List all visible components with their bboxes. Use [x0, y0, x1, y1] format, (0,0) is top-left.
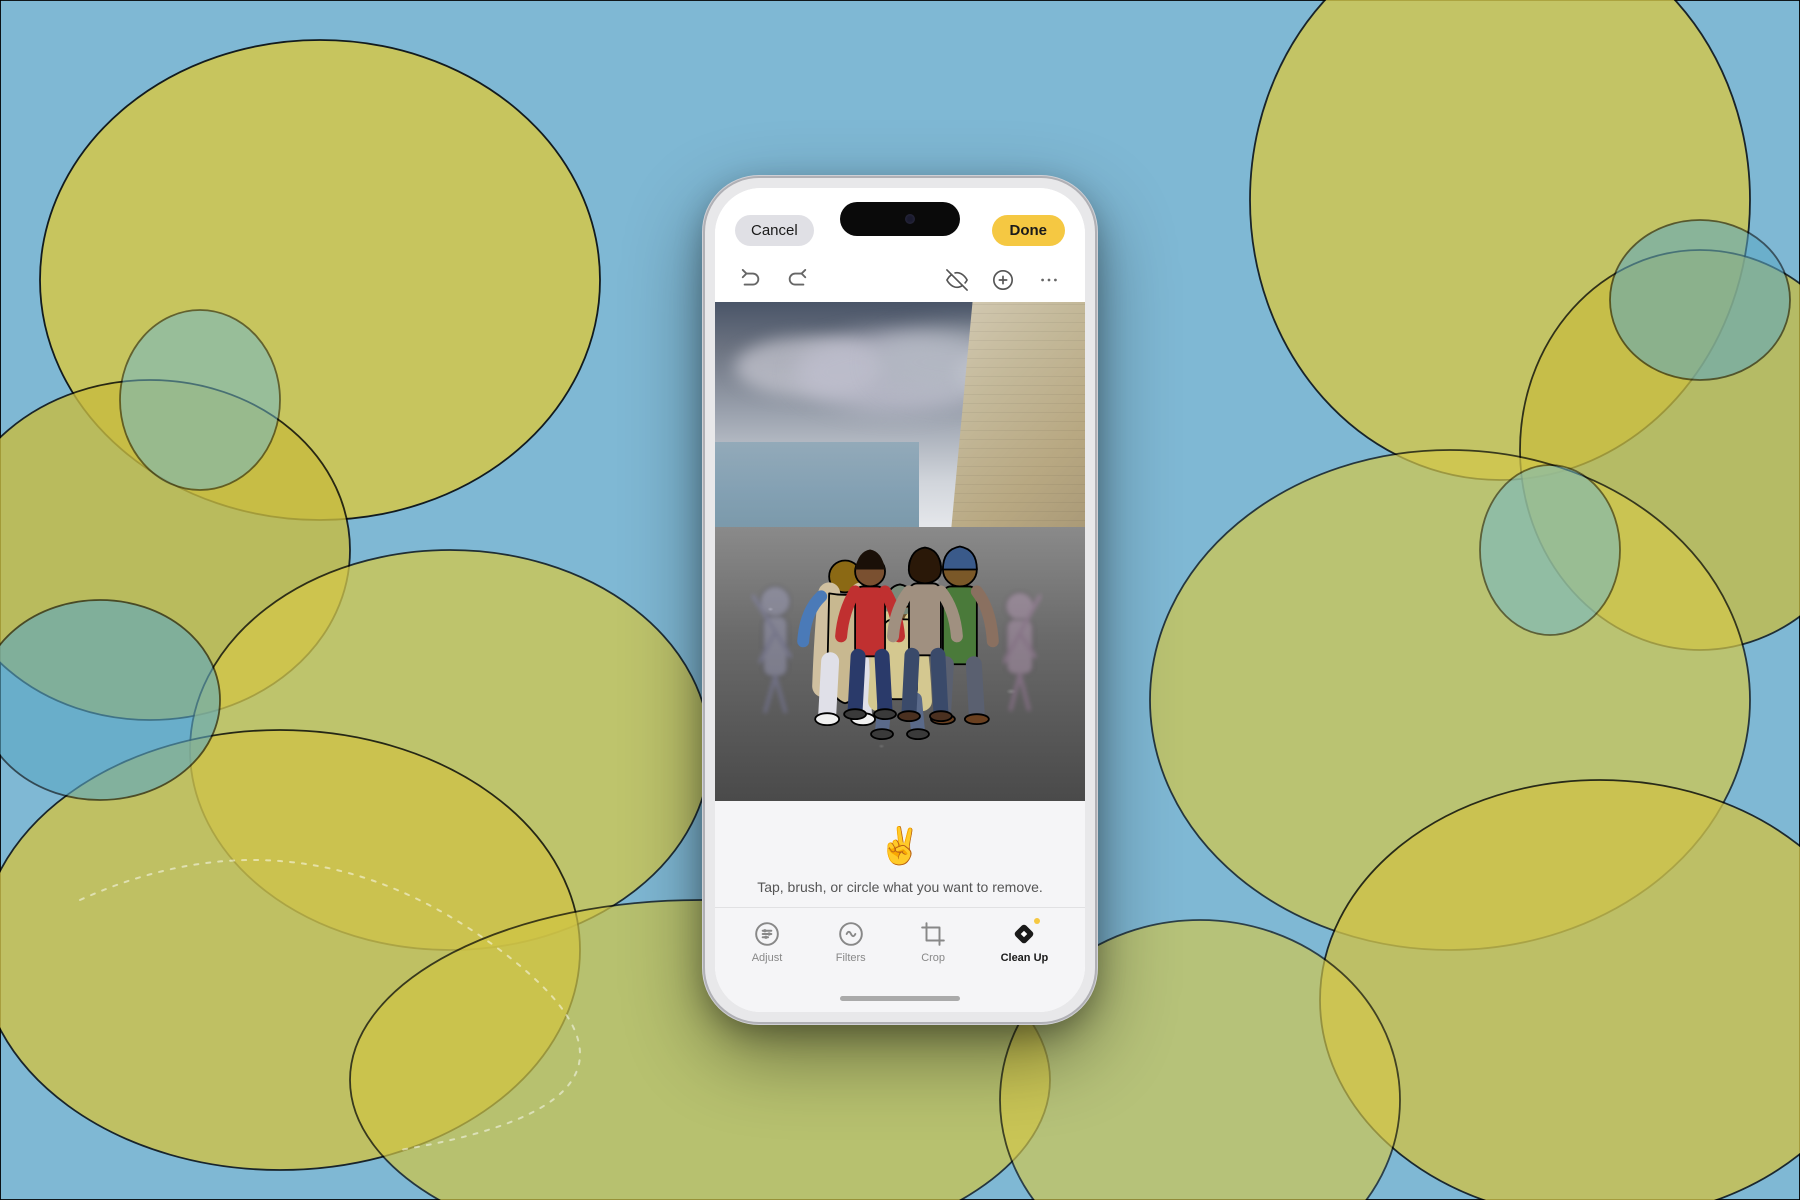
gesture-hint-area: ✌️ Tap, brush, or circle what you want t… [737, 801, 1063, 907]
dynamic-island [840, 202, 960, 236]
hide-overlay-button[interactable] [943, 266, 971, 294]
people-svg [715, 302, 1085, 801]
gesture-hint-text: Tap, brush, or circle what you want to r… [757, 879, 1043, 895]
photo-area[interactable] [715, 302, 1085, 801]
phone-mockup: Cancel Done [705, 178, 1095, 1022]
bottom-panel: ✌️ Tap, brush, or circle what you want t… [715, 801, 1085, 1012]
cleanup-tool[interactable]: Clean Up [993, 916, 1057, 968]
cleanup-label: Clean Up [1001, 952, 1049, 964]
crop-label: Crop [921, 952, 945, 964]
filters-icon [837, 920, 865, 948]
photo-scene [715, 302, 1085, 801]
phone-frame: Cancel Done [705, 178, 1095, 1022]
camera-indicator [905, 214, 915, 224]
edit-toolbar [715, 258, 1085, 302]
done-button[interactable]: Done [992, 215, 1066, 246]
adjust-tool[interactable]: Adjust [744, 916, 791, 968]
cancel-button[interactable]: Cancel [735, 215, 814, 246]
bottom-toolbar: Adjust Filters [715, 907, 1085, 984]
home-indicator-area [840, 984, 960, 1012]
undo-button[interactable] [737, 266, 765, 294]
redo-button[interactable] [783, 266, 811, 294]
more-options-button[interactable] [1035, 266, 1063, 294]
filters-label: Filters [836, 952, 866, 964]
active-indicator [1034, 918, 1040, 924]
crop-tool[interactable]: Crop [911, 916, 955, 968]
markup-button[interactable] [989, 266, 1017, 294]
adjust-label: Adjust [752, 952, 783, 964]
crop-icon [919, 920, 947, 948]
cleanup-icon [1010, 920, 1038, 948]
home-indicator-bar [840, 996, 960, 1001]
adjust-icon [753, 920, 781, 948]
filters-tool[interactable]: Filters [828, 916, 874, 968]
gesture-icon: ✌️ [878, 825, 923, 867]
phone-screen: Cancel Done [715, 188, 1085, 1012]
